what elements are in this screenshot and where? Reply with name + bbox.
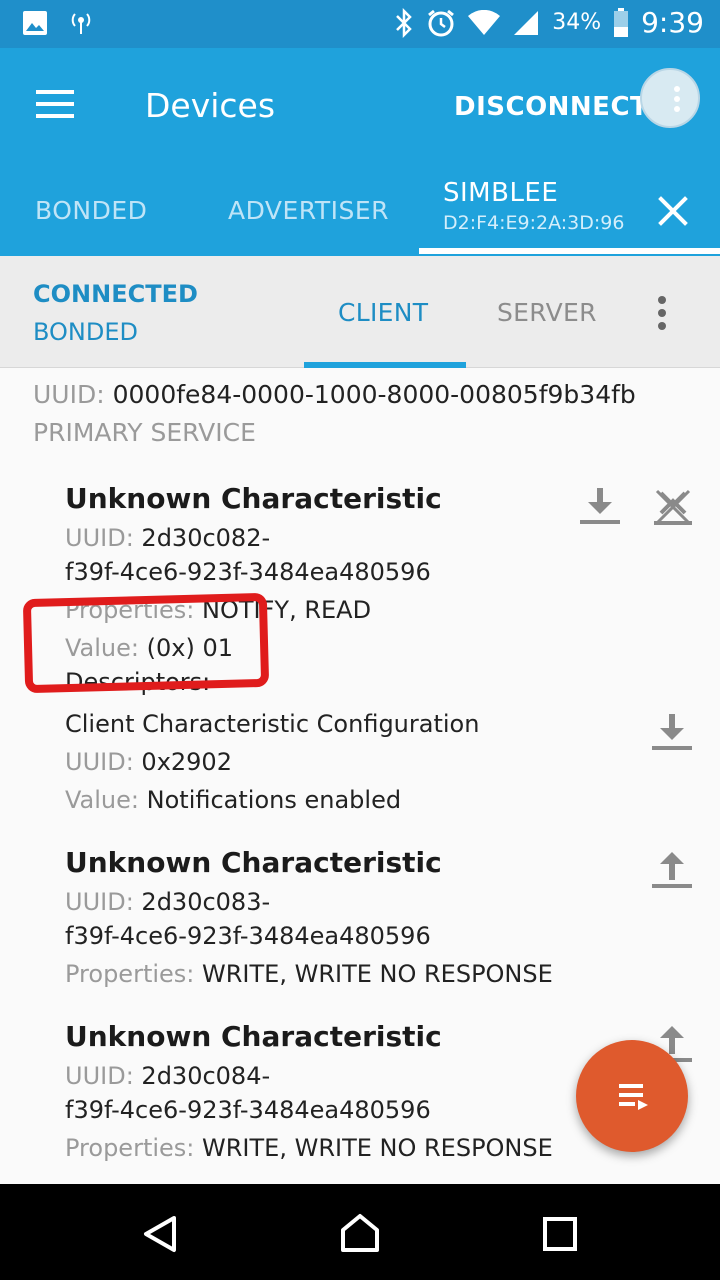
connection-bar: CONNECTED BONDED CLIENT SERVER (0, 256, 720, 368)
tab-bonded[interactable]: BONDED (35, 196, 147, 225)
alarm-icon (428, 9, 455, 36)
characteristic-name[interactable]: Unknown Characteristic (65, 482, 442, 515)
page-title: Devices (145, 86, 276, 125)
wifi-icon (468, 9, 501, 35)
app-bar: Devices DISCONNECT BONDED ADVERTISER SIM… (0, 48, 720, 256)
characteristic-uuid-cont: f39f-4ce6-923f-3484ea480596 (65, 558, 431, 586)
disconnect-button[interactable]: DISCONNECT (454, 92, 648, 122)
status-bar: 34% 9:39 (0, 0, 720, 48)
tab-indicator (419, 248, 720, 254)
service-uuid: UUID: 0000fe84-0000-1000-8000-00805f9b34… (33, 380, 636, 409)
menu-icon[interactable] (36, 90, 76, 120)
bond-state: BONDED (33, 318, 139, 346)
descriptor-uuid: UUID: 0x2902 (65, 748, 232, 776)
characteristic-properties: Properties: WRITE, WRITE NO RESPONSE (65, 960, 553, 988)
more-options-icon[interactable] (658, 296, 668, 335)
highlight-annotation (22, 592, 270, 694)
tab-advertiser[interactable]: ADVERTISER (228, 196, 389, 225)
characteristic-uuid-cont: f39f-4ce6-923f-3484ea480596 (65, 922, 431, 950)
characteristic-uuid: UUID: 2d30c084- (65, 1062, 271, 1090)
characteristic-name[interactable]: Unknown Characteristic (65, 846, 442, 879)
device-avatar[interactable] (640, 68, 700, 128)
device-address: D2:F4:E9:2A:3D:96 (443, 212, 625, 234)
close-icon[interactable] (656, 194, 690, 228)
descriptor-name[interactable]: Client Characteristic Configuration (65, 710, 479, 738)
connection-state: CONNECTED (33, 280, 198, 308)
cell-signal-icon (514, 10, 539, 35)
descriptor-value: Value: Notifications enabled (65, 786, 402, 814)
clock: 9:39 (641, 6, 704, 39)
device-tabs: BONDED ADVERTISER SIMBLEE D2:F4:E9:2A:3D… (0, 176, 720, 256)
characteristic-name[interactable]: Unknown Characteristic (65, 1020, 442, 1053)
overflow-icon (674, 86, 680, 116)
back-icon[interactable] (140, 1214, 180, 1254)
tab-client[interactable]: CLIENT (338, 298, 428, 327)
home-icon[interactable] (339, 1212, 381, 1254)
recents-icon[interactable] (542, 1216, 578, 1252)
playlist-play-icon (619, 1084, 648, 1110)
upload-icon[interactable] (652, 852, 692, 888)
device-name: SIMBLEE (443, 178, 559, 208)
characteristic-uuid: UUID: 2d30c082- (65, 524, 271, 552)
signal-broadcast-icon (71, 13, 91, 34)
battery-percent: 34% (552, 10, 602, 35)
characteristic-uuid-cont: f39f-4ce6-923f-3484ea480596 (65, 1096, 431, 1124)
bluetooth-icon (396, 7, 412, 38)
notifications-off-icon[interactable] (654, 489, 692, 525)
tab-server[interactable]: SERVER (497, 298, 597, 327)
image-icon (23, 11, 47, 35)
download-icon[interactable] (580, 488, 620, 524)
log-fab-button[interactable] (576, 1040, 688, 1152)
system-nav-bar (0, 1184, 720, 1280)
characteristic-uuid: UUID: 2d30c083- (65, 888, 271, 916)
battery-icon (614, 7, 629, 37)
service-type: PRIMARY SERVICE (33, 418, 256, 447)
characteristic-properties: Properties: WRITE, WRITE NO RESPONSE (65, 1134, 553, 1162)
download-icon[interactable] (652, 714, 692, 750)
tab-device[interactable]: SIMBLEE D2:F4:E9:2A:3D:96 (443, 178, 624, 234)
